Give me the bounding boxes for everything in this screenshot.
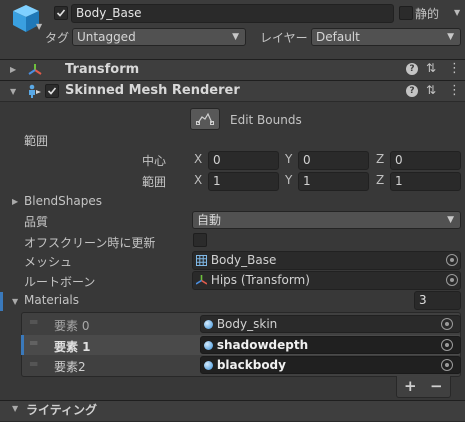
material-field-1[interactable]: shadowdepth xyxy=(200,336,461,354)
bounds-icon xyxy=(196,112,214,125)
remove-element-button[interactable]: − xyxy=(430,377,443,395)
chevron-down-icon: ▼ xyxy=(232,32,239,42)
active-checkbox[interactable] xyxy=(54,6,68,20)
material-field-2[interactable]: blackbody xyxy=(200,356,461,374)
extent-label: 範囲 xyxy=(142,175,167,189)
object-picker-icon[interactable] xyxy=(446,254,458,266)
layer-value: Default xyxy=(316,30,360,44)
tag-label: タグ xyxy=(45,31,70,45)
edit-bounds-button[interactable] xyxy=(190,108,220,130)
extent-y-label: Y xyxy=(285,173,293,187)
foldout-arrow-icon[interactable]: ▶ xyxy=(10,65,16,74)
foldout-arrow-icon[interactable]: ▼ xyxy=(12,297,18,306)
drag-handle-icon[interactable]: ═ xyxy=(30,336,37,350)
extent-z-label: Z xyxy=(376,173,385,187)
skinned-mesh-icon xyxy=(26,83,42,99)
material-value-0: Body_skin xyxy=(216,317,278,331)
material-value-2: blackbody xyxy=(216,358,286,372)
material-sphere-icon xyxy=(204,341,213,350)
material-sphere-icon xyxy=(204,320,213,329)
icon-dropdown-arrow[interactable]: ▼ xyxy=(36,22,42,31)
help-icon[interactable]: ? xyxy=(406,63,418,75)
foldout-arrow-icon[interactable]: ▶ xyxy=(12,197,18,206)
presets-icon[interactable]: ⇅ xyxy=(426,83,436,97)
smr-title: Skinned Mesh Renderer xyxy=(65,83,240,98)
materials-selection-bar xyxy=(0,292,3,311)
object-picker-icon[interactable] xyxy=(441,318,453,330)
center-x-field[interactable]: 0 xyxy=(208,151,279,170)
foldout-arrow-icon[interactable]: ▼ xyxy=(10,87,16,96)
smr-enabled-checkbox[interactable] xyxy=(45,84,59,98)
extent-x-label: X xyxy=(194,173,203,187)
context-menu-icon[interactable]: ⋮ xyxy=(448,83,461,98)
add-element-button[interactable]: + xyxy=(404,377,417,395)
material-sphere-icon xyxy=(204,361,213,370)
tag-value: Untagged xyxy=(77,30,136,44)
mesh-field[interactable]: Body_Base xyxy=(192,251,461,270)
offscreen-label: オフスクリーン時に更新 xyxy=(24,236,156,250)
tag-dropdown[interactable]: Untagged ▼ xyxy=(72,28,246,46)
row-selection-bar xyxy=(21,335,24,355)
transform-axis-icon xyxy=(195,274,208,285)
extent-y-field[interactable]: 1 xyxy=(298,172,369,191)
presets-icon[interactable]: ⇅ xyxy=(426,61,436,75)
extent-z-field[interactable]: 1 xyxy=(390,172,461,191)
transform-title: Transform xyxy=(65,62,140,77)
material-label-2: 要素2 xyxy=(54,360,86,374)
layer-label: レイヤー xyxy=(260,31,308,45)
object-picker-icon[interactable] xyxy=(441,339,453,351)
help-icon[interactable]: ? xyxy=(406,85,418,97)
quality-label: 品質 xyxy=(24,215,49,229)
object-picker-icon[interactable] xyxy=(446,274,458,286)
material-label-1: 要素 1 xyxy=(54,340,91,354)
drag-handle-icon[interactable]: ═ xyxy=(30,315,37,329)
mesh-label: メッシュ xyxy=(24,255,73,269)
layer-dropdown[interactable]: Default ▼ xyxy=(311,28,461,46)
blendshapes-label[interactable]: BlendShapes xyxy=(24,194,102,208)
gameobject-name-field[interactable]: Body_Base xyxy=(71,4,394,23)
object-picker-icon[interactable] xyxy=(441,359,453,371)
bounds-label: 範囲 xyxy=(24,134,49,148)
static-label: 静的 xyxy=(415,7,440,21)
rootbone-field[interactable]: Hips (Transform) xyxy=(192,271,461,290)
quality-value: 自動 xyxy=(197,213,222,227)
extent-x-field[interactable]: 1 xyxy=(208,172,279,191)
material-value-1: shadowdepth xyxy=(216,338,309,352)
material-field-0[interactable]: Body_skin xyxy=(200,315,461,333)
foldout-arrow-icon[interactable]: ▼ xyxy=(12,404,18,413)
context-menu-icon[interactable]: ⋮ xyxy=(448,61,461,76)
material-label-0: 要素 0 xyxy=(54,319,90,333)
mesh-grid-icon xyxy=(196,254,207,266)
materials-label[interactable]: Materials xyxy=(24,293,79,307)
center-z-label: Z xyxy=(376,152,385,166)
lighting-title: ライティング xyxy=(26,403,98,417)
rootbone-value: Hips (Transform) xyxy=(210,273,310,287)
drag-handle-icon[interactable]: ═ xyxy=(30,357,37,371)
center-x-label: X xyxy=(194,152,203,166)
chevron-down-icon: ▼ xyxy=(447,215,454,225)
materials-count-field[interactable]: 3 xyxy=(414,291,461,310)
rootbone-label: ルートボーン xyxy=(24,275,96,289)
offscreen-checkbox[interactable] xyxy=(193,233,207,247)
chevron-down-icon: ▼ xyxy=(447,32,454,42)
quality-dropdown[interactable]: 自動 ▼ xyxy=(192,211,461,229)
center-z-field[interactable]: 0 xyxy=(390,151,461,170)
center-y-field[interactable]: 0 xyxy=(298,151,369,170)
edit-bounds-label: Edit Bounds xyxy=(230,113,302,127)
static-dropdown-arrow[interactable]: ▼ xyxy=(454,8,460,17)
mesh-value: Body_Base xyxy=(210,253,277,267)
center-y-label: Y xyxy=(285,152,293,166)
transform-icon xyxy=(28,63,42,77)
static-checkbox[interactable] xyxy=(399,6,413,20)
center-label: 中心 xyxy=(142,154,167,168)
